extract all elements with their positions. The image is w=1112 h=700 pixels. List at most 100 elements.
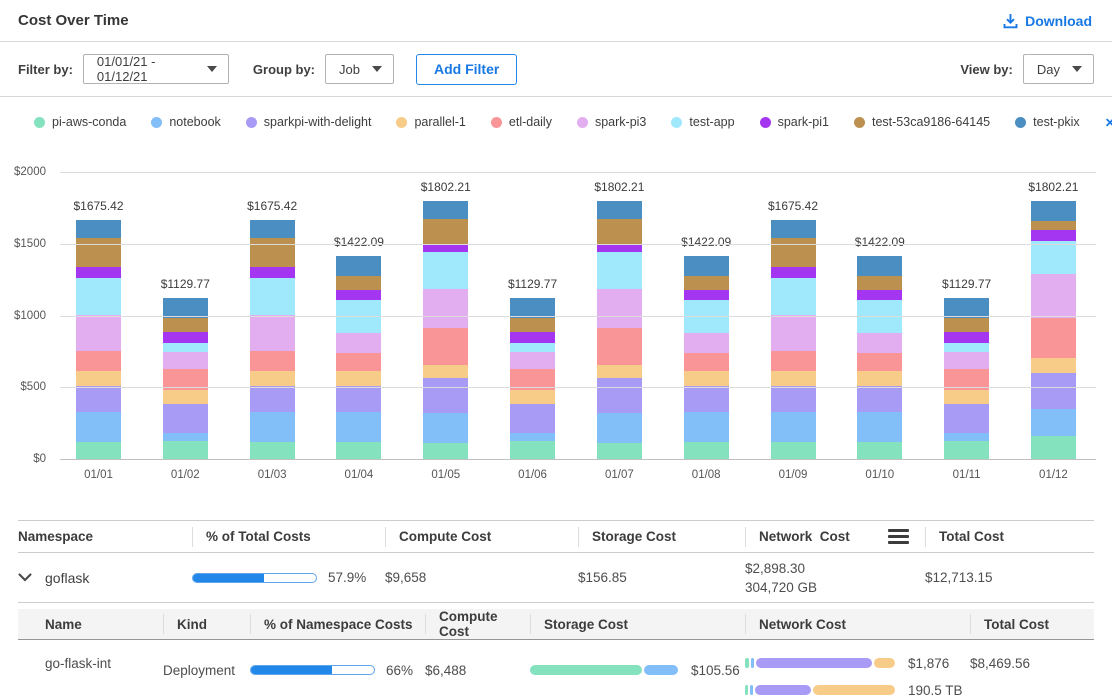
bar-segment-test-pkix[interactable] xyxy=(250,220,295,239)
bar-segment-sparkpi-with-delight[interactable] xyxy=(857,386,902,412)
bar-segment-pi-aws-conda[interactable] xyxy=(510,441,555,460)
column-header-network[interactable]: Network Cost xyxy=(745,614,970,634)
bar-segment-notebook[interactable] xyxy=(76,412,121,442)
bar-segment-etl-daily[interactable] xyxy=(597,328,642,364)
legend-item-test-pkix[interactable]: test-pkix xyxy=(1015,115,1080,129)
bar-segment-parallel-1[interactable] xyxy=(1031,358,1076,372)
bar-segment-spark-pi3[interactable] xyxy=(684,333,729,353)
bar-segment-sparkpi-with-delight[interactable] xyxy=(76,386,121,412)
bar-segment-test-53ca9186-64145[interactable] xyxy=(771,238,816,267)
bar-segment-sparkpi-with-delight[interactable] xyxy=(423,378,468,412)
bar-segment-etl-daily[interactable] xyxy=(857,353,902,371)
bar-segment-test-pkix[interactable] xyxy=(336,256,381,276)
bar-segment-test-53ca9186-64145[interactable] xyxy=(250,238,295,267)
bar-segment-etl-daily[interactable] xyxy=(1031,318,1076,358)
bar-segment-parallel-1[interactable] xyxy=(423,365,468,378)
bar-segment-test-pkix[interactable] xyxy=(1031,201,1076,220)
bar-segment-spark-pi3[interactable] xyxy=(944,352,989,369)
bar-segment-test-app[interactable] xyxy=(163,343,208,352)
bar-segment-sparkpi-with-delight[interactable] xyxy=(597,378,642,412)
namespace-cell[interactable]: goflask xyxy=(18,570,192,586)
stacked-bar[interactable] xyxy=(1031,201,1076,460)
bar-segment-pi-aws-conda[interactable] xyxy=(944,441,989,460)
add-filter-button[interactable]: Add Filter xyxy=(416,54,517,85)
stacked-bar[interactable] xyxy=(597,201,642,460)
bar-segment-test-app[interactable] xyxy=(771,278,816,315)
bar-segment-test-app[interactable] xyxy=(1031,241,1076,275)
deselect-all-button[interactable]: ✕ Deselect All xyxy=(1105,108,1112,136)
group-by-select[interactable]: Job xyxy=(325,54,394,84)
bar-segment-spark-pi1[interactable] xyxy=(76,267,121,277)
bar-segment-spark-pi3[interactable] xyxy=(1031,274,1076,318)
bar-segment-etl-daily[interactable] xyxy=(250,351,295,371)
stacked-bar[interactable] xyxy=(944,298,989,460)
bar-segment-pi-aws-conda[interactable] xyxy=(771,442,816,460)
bar-segment-parallel-1[interactable] xyxy=(597,365,642,378)
bar-segment-notebook[interactable] xyxy=(944,433,989,441)
bar-segment-sparkpi-with-delight[interactable] xyxy=(336,386,381,412)
bar-segment-spark-pi1[interactable] xyxy=(336,290,381,300)
bar-segment-spark-pi3[interactable] xyxy=(76,315,121,352)
stacked-bar[interactable] xyxy=(336,256,381,460)
bar-segment-notebook[interactable] xyxy=(597,413,642,443)
bar-segment-parallel-1[interactable] xyxy=(336,371,381,386)
stacked-bar[interactable] xyxy=(857,256,902,460)
bar-segment-parallel-1[interactable] xyxy=(944,390,989,404)
bar-segment-test-53ca9186-64145[interactable] xyxy=(423,219,468,245)
column-header-pct-total[interactable]: % of Total Costs xyxy=(192,527,385,547)
stacked-bar[interactable] xyxy=(771,220,816,460)
column-header-pct-namespace[interactable]: % of Namespace Costs xyxy=(250,614,425,634)
bar-segment-test-pkix[interactable] xyxy=(684,256,729,276)
bar-segment-sparkpi-with-delight[interactable] xyxy=(684,386,729,412)
bar-segment-notebook[interactable] xyxy=(163,433,208,441)
bar-segment-test-pkix[interactable] xyxy=(76,220,121,239)
bar-segment-spark-pi1[interactable] xyxy=(771,267,816,277)
legend-item-notebook[interactable]: notebook xyxy=(151,115,220,129)
column-header-total[interactable]: Total Cost xyxy=(925,527,1094,547)
bar-segment-test-53ca9186-64145[interactable] xyxy=(163,318,208,333)
bar-segment-test-53ca9186-64145[interactable] xyxy=(76,238,121,267)
bar-segment-spark-pi1[interactable] xyxy=(857,290,902,300)
legend-item-spark-pi3[interactable]: spark-pi3 xyxy=(577,115,646,129)
bar-segment-spark-pi1[interactable] xyxy=(1031,230,1076,241)
bar-segment-etl-daily[interactable] xyxy=(684,353,729,371)
bar-segment-test-app[interactable] xyxy=(423,252,468,289)
stacked-bar[interactable] xyxy=(684,256,729,460)
bar-segment-notebook[interactable] xyxy=(684,412,729,442)
bar-segment-notebook[interactable] xyxy=(510,433,555,441)
bar-segment-notebook[interactable] xyxy=(336,412,381,442)
legend-item-parallel-1[interactable]: parallel-1 xyxy=(396,115,465,129)
bar-segment-spark-pi1[interactable] xyxy=(510,332,555,342)
bar-segment-test-pkix[interactable] xyxy=(423,201,468,218)
legend-item-test-app[interactable]: test-app xyxy=(671,115,734,129)
bar-segment-pi-aws-conda[interactable] xyxy=(76,442,121,460)
column-header-name[interactable]: Name xyxy=(45,614,163,634)
bar-segment-notebook[interactable] xyxy=(250,412,295,442)
bar-segment-spark-pi1[interactable] xyxy=(423,245,468,253)
bar-segment-etl-daily[interactable] xyxy=(76,351,121,371)
column-header-total[interactable]: Total Cost xyxy=(970,614,1094,634)
legend-item-sparkpi-with-delight[interactable]: sparkpi-with-delight xyxy=(246,115,372,129)
bar-segment-spark-pi3[interactable] xyxy=(163,352,208,369)
bar-segment-parallel-1[interactable] xyxy=(771,371,816,386)
bar-segment-etl-daily[interactable] xyxy=(336,353,381,371)
bar-segment-sparkpi-with-delight[interactable] xyxy=(944,404,989,433)
bar-segment-test-pkix[interactable] xyxy=(597,201,642,218)
bar-segment-notebook[interactable] xyxy=(423,413,468,443)
bar-segment-spark-pi1[interactable] xyxy=(944,332,989,342)
stacked-bar[interactable] xyxy=(250,220,295,460)
bar-segment-spark-pi3[interactable] xyxy=(597,289,642,328)
bar-segment-test-app[interactable] xyxy=(510,343,555,352)
column-header-compute[interactable]: Compute Cost xyxy=(425,614,530,634)
column-header-compute[interactable]: Compute Cost xyxy=(385,527,578,547)
bar-segment-notebook[interactable] xyxy=(857,412,902,442)
bar-segment-pi-aws-conda[interactable] xyxy=(684,442,729,460)
bar-segment-spark-pi1[interactable] xyxy=(684,290,729,300)
column-header-network[interactable]: Network Cost xyxy=(745,527,925,547)
legend-item-etl-daily[interactable]: etl-daily xyxy=(491,115,552,129)
legend-item-test-53ca9186-64145[interactable]: test-53ca9186-64145 xyxy=(854,115,990,129)
bar-segment-parallel-1[interactable] xyxy=(250,371,295,386)
bar-segment-spark-pi1[interactable] xyxy=(597,245,642,253)
bar-segment-spark-pi3[interactable] xyxy=(250,315,295,352)
legend-item-pi-aws-conda[interactable]: pi-aws-conda xyxy=(34,115,126,129)
